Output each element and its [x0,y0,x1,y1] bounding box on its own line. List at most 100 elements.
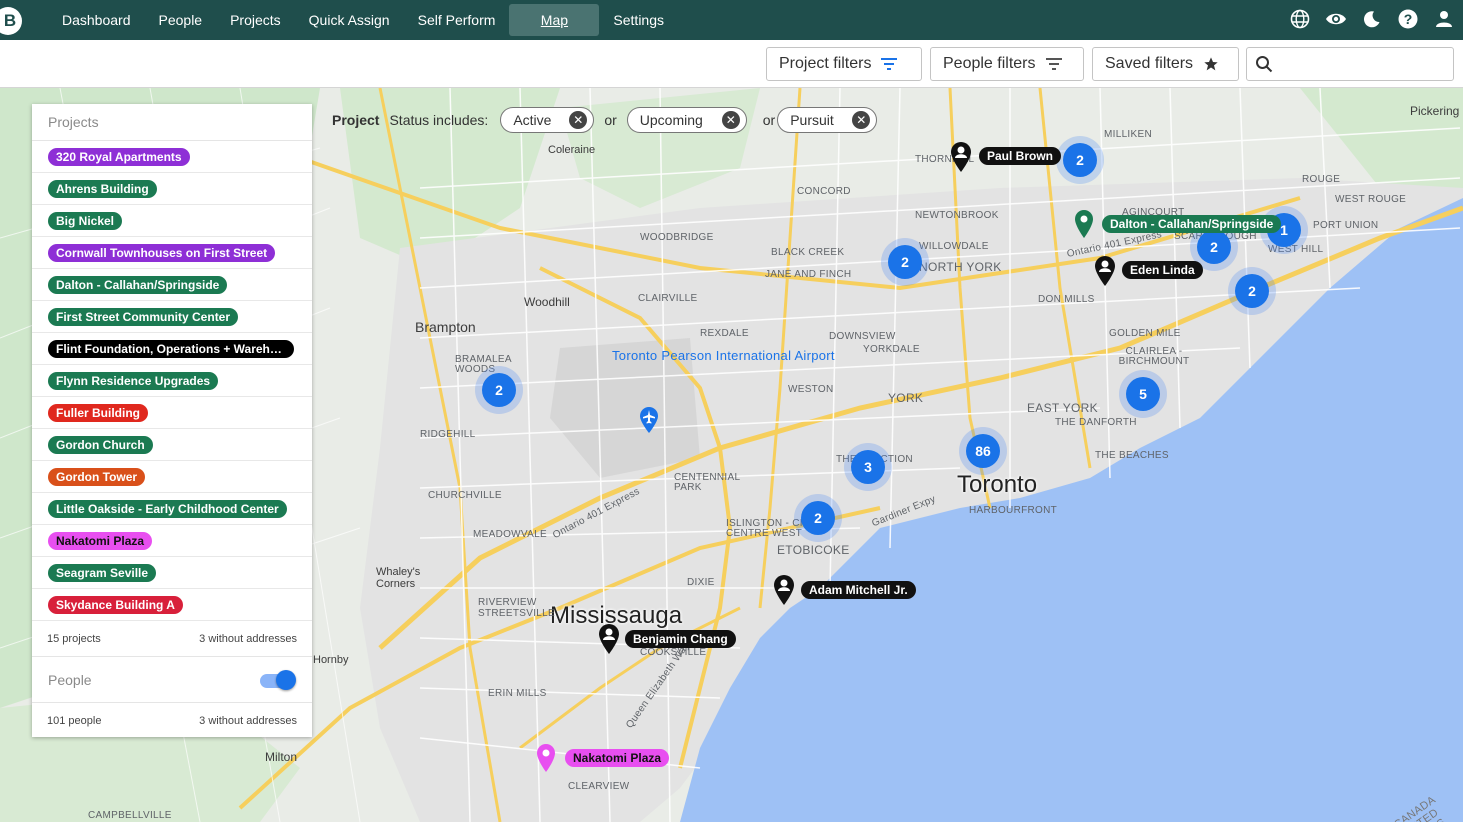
project-tag[interactable]: Seagram Seville [48,563,157,582]
moon-icon[interactable] [1361,8,1383,30]
help-icon[interactable]: ? [1397,8,1419,30]
map-label-woodbridge: WOODBRIDGE [640,232,714,243]
map-label-woodhill: Woodhill [524,295,570,309]
airport-icon [640,407,658,433]
status-chip-upcoming: Upcoming ✕ [626,107,747,133]
project-pin-icon[interactable] [536,743,556,773]
app-logo[interactable]: B [0,7,22,35]
project-list-item: Flynn Residence Upgrades [32,365,312,397]
globe-icon[interactable] [1289,8,1311,30]
map-label-brampton: Brampton [415,319,476,335]
project-tag[interactable]: Ahrens Building [48,179,157,198]
map-label-west-rouge: WEST ROUGE [1335,194,1407,205]
map-label-north-york: NORTH YORK [919,260,1002,274]
person-pin-icon[interactable] [1094,255,1116,287]
person-pin-icon[interactable] [773,574,795,606]
status-chip-label: Upcoming [639,112,703,128]
search-box[interactable] [1246,47,1454,81]
project-tag[interactable]: Dalton - Callahan/Springside [48,275,228,294]
project-tag[interactable]: Cornwall Townhouses on First Street [48,243,276,262]
map-cluster[interactable]: 2 [794,494,842,542]
status-bar-label: Project [332,112,380,128]
remove-chip-icon[interactable]: ✕ [721,111,740,129]
project-tag[interactable]: Flynn Residence Upgrades [48,371,219,390]
map-label-etobicoke: ETOBICOKE [777,543,850,557]
eye-icon[interactable] [1325,8,1347,30]
saved-filters-button[interactable]: Saved filters [1092,47,1239,81]
saved-filters-label: Saved filters [1105,55,1194,72]
project-tag[interactable]: Little Oakside - Early Childhood Center [48,499,287,518]
map-cluster[interactable]: 3 [844,443,892,491]
person-pin-label[interactable]: Adam Mitchell Jr. [801,581,916,599]
project-tag[interactable]: Big Nickel [48,211,123,230]
nav-self-perform[interactable]: Self Perform [404,4,510,36]
remove-chip-icon[interactable]: ✕ [569,111,588,129]
project-tag[interactable]: Flint Foundation, Operations + Warehouse [48,339,294,358]
status-chip-label: Active [513,112,552,128]
nav-projects[interactable]: Projects [216,4,295,36]
project-pin-icon[interactable] [1074,209,1094,239]
map-cluster[interactable]: 86 [959,427,1007,475]
person-pin-label[interactable]: Paul Brown [979,147,1062,165]
map-label-erin-mills: ERIN MILLS [488,688,547,699]
search-input[interactable] [1281,55,1451,73]
project-filters-label: Project filters [779,55,872,72]
map-label-toronto: Toronto [957,471,1038,498]
people-filters-button[interactable]: People filters [930,47,1084,81]
map-label-clairlea-birchmount: CLAIRLEA - BIRCHMOUNT [1118,346,1190,367]
map-label-rexdale: REXDALE [700,328,749,339]
status-bar-prefix: Status includes: [389,112,489,128]
map-label-golden-mile: GOLDEN MILE [1109,328,1181,339]
person-pin-icon[interactable] [950,141,972,173]
project-tag[interactable]: Gordon Church [48,435,153,454]
nav-quick-assign[interactable]: Quick Assign [295,4,404,36]
map-label-hornby: Hornby [313,654,349,666]
person-pin-icon[interactable] [598,623,620,655]
project-filters-button[interactable]: Project filters [766,47,922,81]
project-pin-label[interactable]: Nakatomi Plaza [565,749,670,767]
people-without-addresses: 3 without addresses [199,715,297,727]
project-list-item: Dalton - Callahan/Springside [32,269,312,301]
filter-bar: Project filters People filters Saved fil… [0,40,1463,88]
project-list-item: 320 Royal Apartments [32,141,312,173]
project-tag[interactable]: First Street Community Center [48,307,239,326]
map-cluster[interactable]: 2 [881,238,929,286]
project-tag[interactable]: Skydance Building A [48,595,183,614]
map-label-weston: WESTON [788,384,834,395]
person-pin-label[interactable]: Eden Linda [1122,261,1203,279]
map-cluster[interactable]: 5 [1119,370,1167,418]
project-tag[interactable]: 320 Royal Apartments [48,147,190,166]
svg-text:?: ? [1404,11,1413,27]
status-chip-label: Pursuit [790,112,834,128]
map-label-pickering: Pickering [1410,104,1460,118]
person-pin-label[interactable]: Benjamin Chang [625,630,736,648]
map-label-york: YORK [888,391,924,405]
map-label-milliken: MILLIKEN [1104,129,1152,140]
search-icon [1256,56,1273,73]
map-cluster[interactable]: 2 [1228,267,1276,315]
map-label-milton: Milton [265,750,298,764]
nav-dashboard[interactable]: Dashboard [48,4,145,36]
remove-chip-icon[interactable]: ✕ [852,111,871,129]
map-cluster[interactable]: 2 [1056,136,1104,184]
nav-map[interactable]: Map [509,4,600,36]
status-chip-active: Active ✕ [500,107,595,133]
project-list-item: Skydance Building A [32,589,312,621]
nav-settings[interactable]: Settings [599,4,678,36]
projects-summary: 15 projects 3 without addresses [32,621,312,657]
filter-icon [881,58,898,70]
map-label-whaleys-corners: Whaley's Corners [376,566,421,590]
people-heading: People [48,671,92,688]
map-cluster[interactable]: 2 [475,366,523,414]
project-tag[interactable]: Gordon Tower [48,467,146,486]
project-list-item: Gordon Tower [32,461,312,493]
status-joiner: or [762,112,776,128]
nav-people[interactable]: People [145,4,217,36]
project-tag[interactable]: Fuller Building [48,403,148,422]
project-pin-label[interactable]: Dalton - Callahan/Springside [1102,215,1282,233]
nav-items: Dashboard People Projects Quick Assign S… [48,4,678,36]
user-icon[interactable] [1433,8,1455,30]
people-toggle[interactable] [258,669,296,691]
project-tag[interactable]: Nakatomi Plaza [48,531,153,550]
map-label-black-creek: BLACK CREEK [771,247,845,258]
